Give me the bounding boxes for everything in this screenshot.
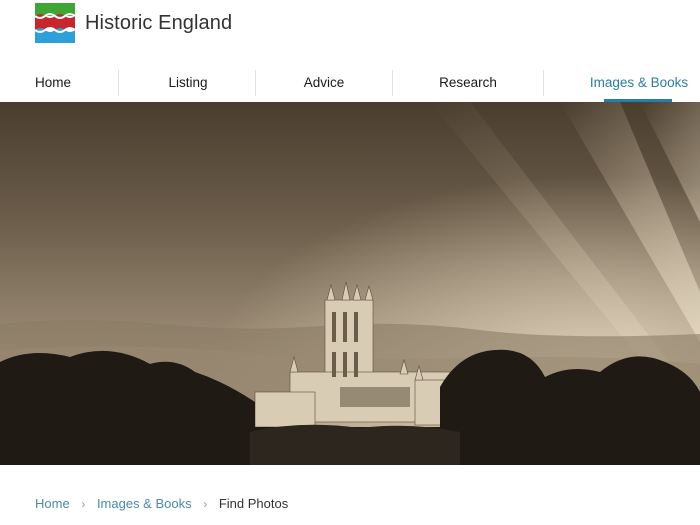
main-nav: Home Listing Advice Research Images & Bo… <box>0 64 700 102</box>
nav-research[interactable]: Research <box>428 64 508 102</box>
nav-images-books[interactable]: Images & Books <box>588 64 690 102</box>
breadcrumb-find-photos: Find Photos <box>218 496 289 512</box>
site-header: Historic England <box>0 0 700 64</box>
nav-divider <box>543 70 544 96</box>
hero-image <box>0 102 700 465</box>
chevron-right-icon: › <box>203 496 208 511</box>
nav-advice[interactable]: Advice <box>286 64 362 102</box>
nav-listing[interactable]: Listing <box>150 64 226 102</box>
nav-divider <box>118 70 119 96</box>
historic-england-logo-icon[interactable] <box>35 3 75 43</box>
brand-name[interactable]: Historic England <box>85 12 232 35</box>
breadcrumb: Home › Images & Books › Find Photos <box>35 495 288 511</box>
nav-home[interactable]: Home <box>22 64 84 102</box>
breadcrumb-images-books[interactable]: Images & Books <box>97 496 192 511</box>
nav-divider <box>255 70 256 96</box>
cathedral-photo <box>0 102 700 465</box>
chevron-right-icon: › <box>81 496 86 511</box>
breadcrumb-home[interactable]: Home <box>35 496 70 511</box>
nav-divider <box>392 70 393 96</box>
